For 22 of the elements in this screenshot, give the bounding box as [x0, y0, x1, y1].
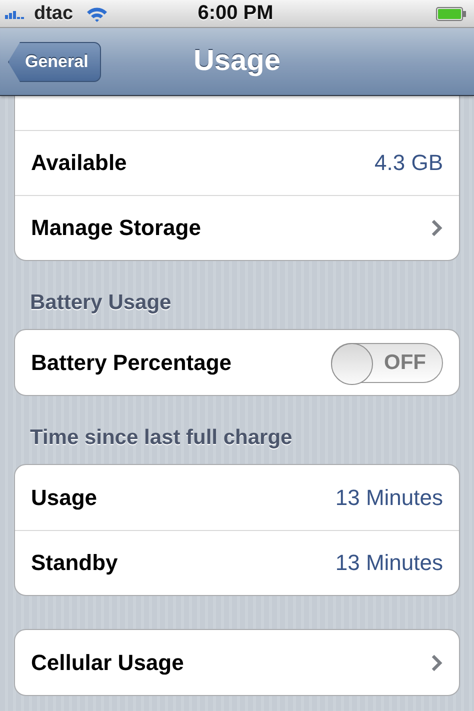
row-label: Available	[31, 150, 127, 176]
row-value: 4.3 GB	[374, 150, 443, 176]
row-label: Manage Storage	[31, 215, 201, 241]
screen-title: Usage	[193, 45, 281, 78]
row-label: Battery Percentage	[31, 350, 232, 376]
row-label: Usage	[31, 484, 98, 510]
wifi-icon	[86, 6, 108, 22]
row-value: 13 Minutes	[335, 484, 443, 510]
carrier-name: dtac	[34, 2, 74, 24]
settings-row[interactable]: Manage Storage	[15, 195, 459, 260]
chevron-icon	[431, 654, 443, 672]
row-label: Cellular Usage	[31, 650, 184, 676]
chevron-icon	[431, 219, 443, 237]
back-button[interactable]: General	[8, 42, 102, 82]
toggle-switch[interactable]: OFF	[331, 342, 443, 382]
section-header: Battery Usage	[29, 290, 172, 316]
row-value: 13 Minutes	[335, 550, 443, 576]
status-time: 6:00 PM	[198, 2, 274, 25]
section-header: Time since last full charge	[29, 425, 294, 451]
row-label: Standby	[31, 550, 118, 576]
battery-icon	[436, 6, 466, 20]
settings-row[interactable]: Cellular Usage	[15, 630, 459, 695]
